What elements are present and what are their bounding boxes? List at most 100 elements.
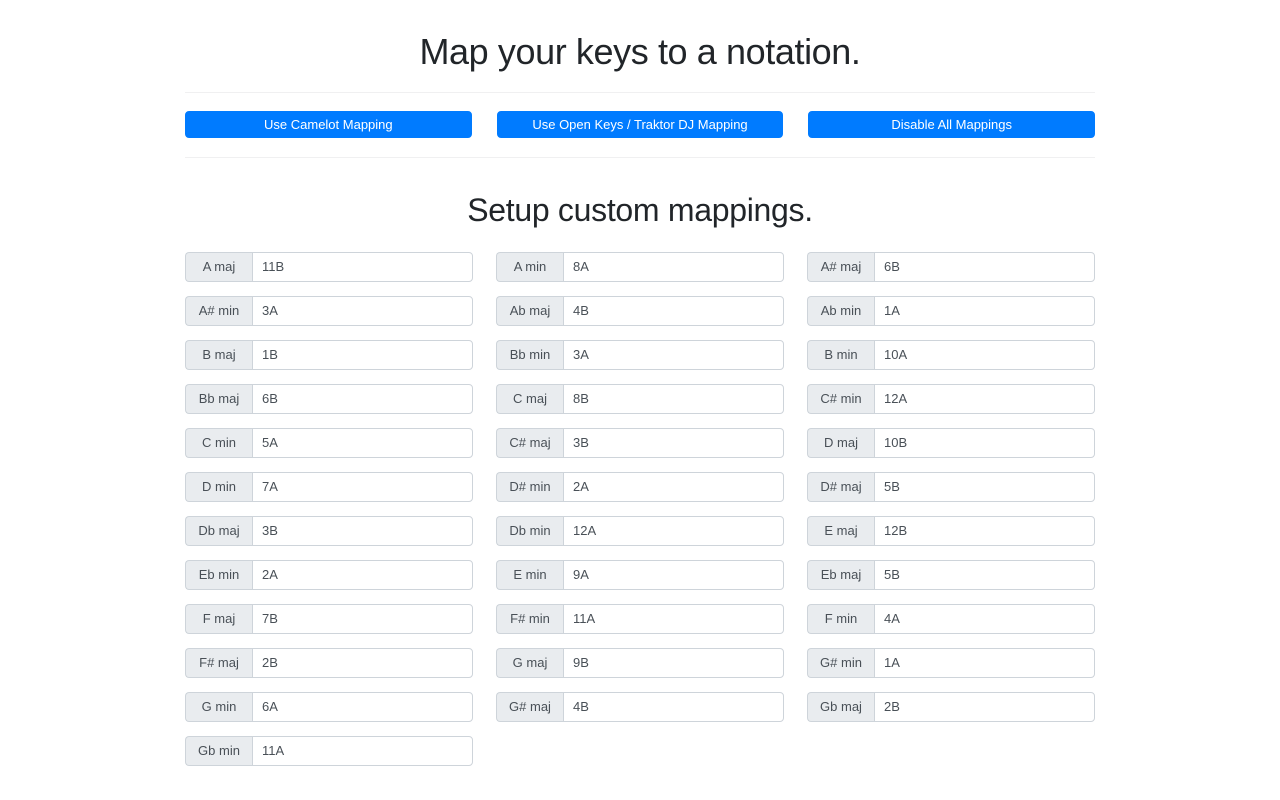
mapping-value-input[interactable] [252, 295, 473, 326]
mapping-row: G# min [807, 647, 1095, 678]
mapping-row: D maj [807, 427, 1095, 458]
mapping-value-input[interactable] [252, 427, 473, 458]
mapping-value-input[interactable] [874, 559, 1095, 590]
mapping-value-input[interactable] [563, 647, 784, 678]
mapping-value-input[interactable] [563, 559, 784, 590]
mapping-value-input[interactable] [252, 691, 473, 722]
mapping-row: A maj [185, 251, 473, 282]
mapping-row: D min [185, 471, 473, 502]
mapping-key-label: D# min [496, 471, 563, 502]
mapping-key-label: A# min [185, 295, 252, 326]
mapping-key-label: Ab min [807, 295, 874, 326]
mapping-row: B min [807, 339, 1095, 370]
mapping-key-label: G min [185, 691, 252, 722]
mapping-row: Db min [496, 515, 784, 546]
mapping-key-label: Eb maj [807, 559, 874, 590]
mapping-key-label: C# maj [496, 427, 563, 458]
mappings-column-1: A maj A# min B maj Bb maj C min D min Db maj Eb… [185, 251, 473, 780]
mapping-value-input[interactable] [563, 251, 784, 282]
mapping-row: F maj [185, 603, 473, 634]
mapping-value-input[interactable] [563, 603, 784, 634]
mapping-row: E maj [807, 515, 1095, 546]
use-open-keys-traktor-dj-mapping-button[interactable]: Use Open Keys / Traktor DJ Mapping [496, 111, 784, 139]
mappings-column-3: A# maj Ab min B min C# min D maj D# maj E maj E… [807, 251, 1095, 736]
mapping-key-label: F maj [185, 603, 252, 634]
mapping-value-input[interactable] [563, 295, 784, 326]
mapping-value-input[interactable] [252, 383, 473, 414]
mapping-row: Bb maj [185, 383, 473, 414]
mapping-row: F# maj [185, 647, 473, 678]
mapping-row: Ab min [807, 295, 1095, 326]
mapping-value-input[interactable] [563, 471, 784, 502]
mapping-value-input[interactable] [874, 295, 1095, 326]
mapping-key-label: Ab maj [496, 295, 563, 326]
mapping-key-label: E maj [807, 515, 874, 546]
mapping-key-label: A min [496, 251, 563, 282]
mapping-row: F# min [496, 603, 784, 634]
mapping-value-input[interactable] [252, 251, 473, 282]
mapping-value-input[interactable] [252, 647, 473, 678]
mapping-key-label: Bb min [496, 339, 563, 370]
mapping-value-input[interactable] [252, 471, 473, 502]
mapping-key-label: D# maj [807, 471, 874, 502]
mapping-value-input[interactable] [874, 251, 1095, 282]
mapping-key-label: Db maj [185, 515, 252, 546]
mapping-row: C min [185, 427, 473, 458]
mapping-value-input[interactable] [874, 383, 1095, 414]
mapping-value-input[interactable] [874, 691, 1095, 722]
mapping-key-label: B min [807, 339, 874, 370]
mapping-key-label: Bb maj [185, 383, 252, 414]
mapping-key-label: G maj [496, 647, 563, 678]
disable-all-mappings-button[interactable]: Disable All Mappings [808, 111, 1096, 139]
page-root: Map your keys to a notation. Use Camelot… [0, 0, 1280, 800]
mapping-row: D# min [496, 471, 784, 502]
mapping-value-input[interactable] [563, 383, 784, 414]
mapping-key-label: C min [185, 427, 252, 458]
mapping-key-label: Gb min [185, 735, 252, 766]
mapping-row: B maj [185, 339, 473, 370]
mapping-row: Ab maj [496, 295, 784, 326]
mapping-key-label: F min [807, 603, 874, 634]
mapping-row: C maj [496, 383, 784, 414]
mapping-row: Gb maj [807, 691, 1095, 722]
mapping-row: Eb maj [807, 559, 1095, 590]
mapping-key-label: F# maj [185, 647, 252, 678]
mapping-value-input[interactable] [563, 515, 784, 546]
mapping-row: E min [496, 559, 784, 590]
mapping-row: G maj [496, 647, 784, 678]
mappings-grid: A maj A# min B maj Bb maj C min D min Db maj Eb… [185, 251, 1095, 780]
mapping-value-input[interactable] [874, 603, 1095, 634]
mapping-key-label: Db min [496, 515, 563, 546]
mapping-value-input[interactable] [563, 427, 784, 458]
mapping-preset-button-row: Use Camelot Mapping Use Open Keys / Trakt… [185, 111, 1096, 139]
mapping-key-label: D maj [807, 427, 874, 458]
mapping-row: C# min [807, 383, 1095, 414]
mapping-row: G min [185, 691, 473, 722]
mapping-value-input[interactable] [874, 471, 1095, 502]
mapping-row: F min [807, 603, 1095, 634]
mapping-key-label: E min [496, 559, 563, 590]
mapping-row: A# min [185, 295, 473, 326]
mapping-value-input[interactable] [874, 339, 1095, 370]
mapping-value-input[interactable] [252, 735, 473, 766]
use-camelot-mapping-button[interactable]: Use Camelot Mapping [185, 111, 472, 139]
mapping-key-label: D min [185, 471, 252, 502]
mapping-key-label: C# min [807, 383, 874, 414]
mapping-key-label: B maj [185, 339, 252, 370]
mapping-value-input[interactable] [874, 647, 1095, 678]
mapping-value-input[interactable] [874, 427, 1095, 458]
mapping-value-input[interactable] [252, 603, 473, 634]
mapping-value-input[interactable] [252, 339, 473, 370]
mapping-value-input[interactable] [874, 515, 1095, 546]
divider-top [185, 92, 1095, 94]
mapping-key-label: A maj [185, 251, 252, 282]
mapping-value-input[interactable] [252, 515, 473, 546]
mapping-key-label: A# maj [807, 251, 874, 282]
mapping-value-input[interactable] [252, 559, 473, 590]
mapping-row: A min [496, 251, 784, 282]
mappings-column-2: A min Ab maj Bb min C maj C# maj D# min Db min… [496, 251, 784, 736]
section-title-custom-mappings: Setup custom mappings. [467, 192, 813, 229]
mapping-value-input[interactable] [563, 339, 784, 370]
mapping-value-input[interactable] [563, 691, 784, 722]
mapping-key-label: F# min [496, 603, 563, 634]
